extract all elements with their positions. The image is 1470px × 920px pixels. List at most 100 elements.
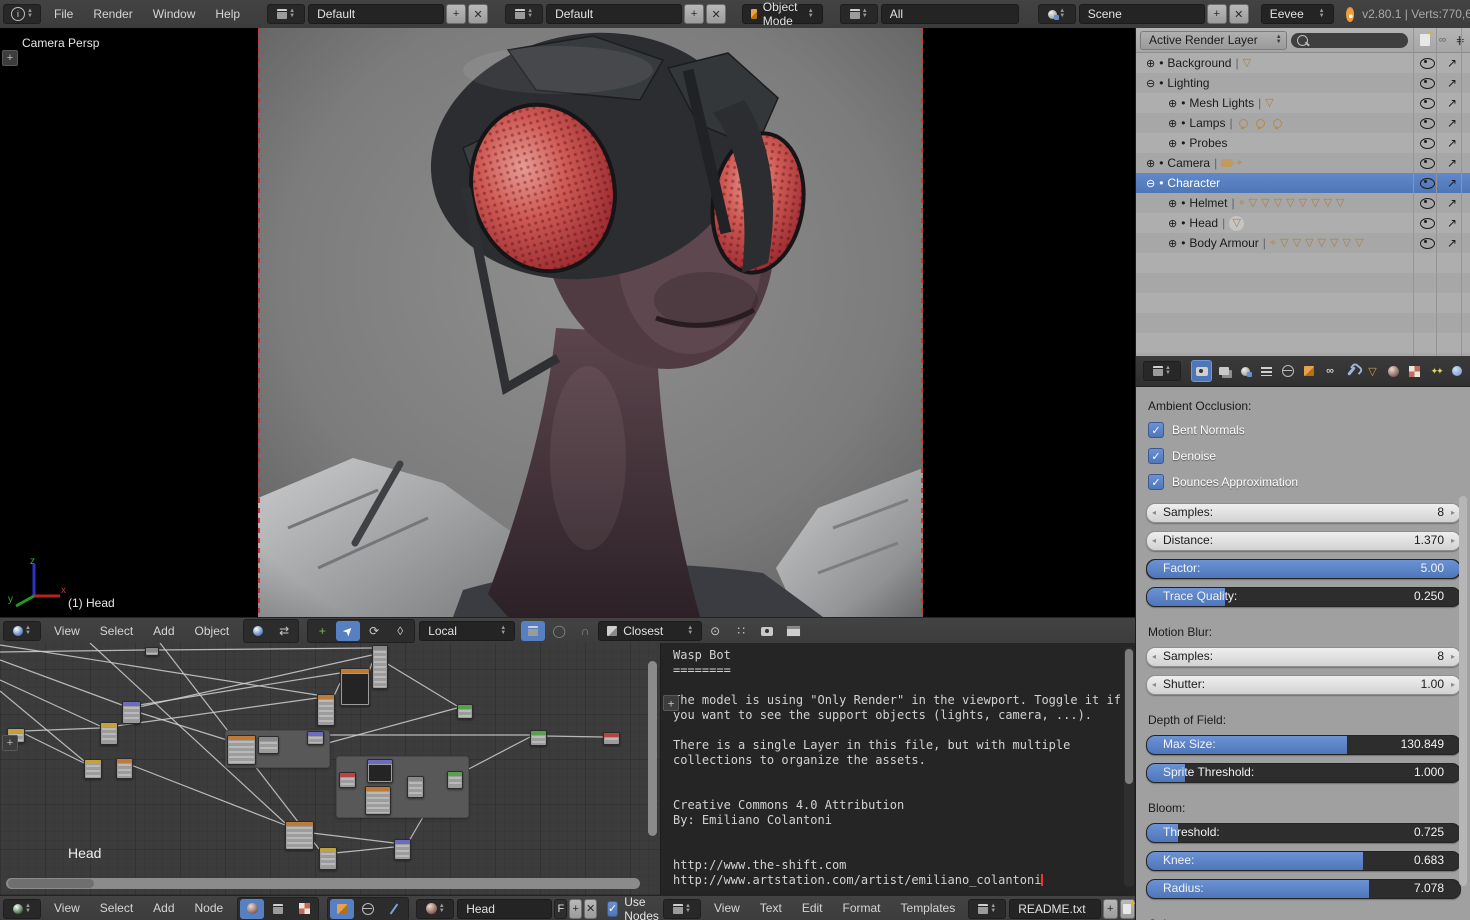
collection-name[interactable]: Camera [1167, 156, 1210, 170]
workspace1-icon-button[interactable]: ▲▼ [267, 4, 305, 24]
menu-render[interactable]: Render [83, 2, 142, 27]
visibility-eye-icon[interactable] [1420, 58, 1435, 69]
shader-node[interactable] [394, 839, 411, 860]
selectable-cursor-icon[interactable]: ↖ [1447, 116, 1457, 130]
visibility-eye-icon[interactable] [1420, 198, 1435, 209]
text-menu-edit[interactable]: Edit [792, 896, 833, 920]
outliner-row-body-armour[interactable]: ⊕•Body Armour|⌖▽▽▽▽▽▽▽↖ [1136, 233, 1470, 253]
text-menu-format[interactable]: Format [833, 896, 891, 920]
viewport-toolbar-expand-button[interactable]: + [2, 50, 18, 66]
expand-toggle[interactable]: ⊖ [1146, 77, 1155, 90]
mode-dropdown[interactable]: Object Mode ▲▼ [742, 4, 823, 24]
overlay-toggle-button[interactable] [521, 621, 545, 641]
tab-texture[interactable] [1405, 361, 1424, 381]
collection-name[interactable]: Lamps [1189, 116, 1225, 130]
viewport-menu-select[interactable]: Select [90, 619, 143, 644]
shader-node[interactable] [227, 735, 256, 765]
transform-widget-button[interactable]: ⇄ [272, 621, 296, 641]
outliner-display-mode-dropdown[interactable]: Active Render Layer ▲▼ [1140, 31, 1287, 50]
visibility-eye-icon[interactable] [1420, 238, 1435, 249]
shader-node[interactable] [319, 847, 337, 870]
shader-node[interactable] [122, 701, 141, 724]
outliner-row-probes[interactable]: ⊕•Probes↖ [1136, 133, 1470, 153]
slider-factor[interactable]: Factor:5.00 [1146, 559, 1461, 579]
context-linestyle-button[interactable] [382, 899, 406, 919]
new-collection-button[interactable] [1418, 33, 1432, 47]
render-engine-dropdown[interactable]: Eevee ▲▼ [1261, 4, 1334, 24]
outliner-row-helmet[interactable]: ⊕•Helmet|⌖▽▽▽▽▽▽▽▽↖ [1136, 193, 1470, 213]
shader-node[interactable] [100, 722, 118, 745]
visibility-eye-icon[interactable] [1420, 158, 1435, 169]
slider-shutter[interactable]: ◂▸Shutter:1.00 [1146, 675, 1461, 695]
node-editor-type-button[interactable]: ▲▼ [3, 899, 41, 919]
visibility-eye-icon[interactable] [1420, 118, 1435, 129]
scene-field[interactable]: Scene [1079, 4, 1205, 24]
tab-data[interactable]: ▽ [1363, 361, 1382, 381]
node-editor-vscrollbar[interactable] [648, 661, 657, 836]
shader-node[interactable] [340, 668, 370, 706]
outliner-row-head[interactable]: ⊕•Head|▽↖ [1136, 213, 1470, 233]
shader-node[interactable] [116, 758, 133, 779]
collection-name[interactable]: Mesh Lights [1189, 96, 1254, 110]
outliner-search-input[interactable] [1291, 33, 1408, 48]
slider-maxsize[interactable]: Max Size:130.849 [1146, 735, 1461, 755]
slider-right-arrow[interactable]: ▸ [1451, 504, 1455, 521]
selectable-cursor-icon[interactable]: ↖ [1447, 176, 1457, 190]
viewport-menu-object[interactable]: Object [185, 619, 240, 644]
shader-node[interactable] [372, 645, 388, 689]
text-editor-scrollbar[interactable] [1124, 647, 1134, 887]
shader-node[interactable] [285, 821, 314, 850]
slider-left-arrow[interactable]: ◂ [1152, 504, 1156, 521]
collection-name[interactable]: Head [1189, 216, 1218, 230]
slider-samples[interactable]: ◂▸Samples:8 [1146, 503, 1461, 523]
shader-node[interactable] [603, 732, 620, 745]
selectable-cursor-icon[interactable]: ↖ [1447, 156, 1457, 170]
tab-object[interactable] [1299, 361, 1318, 381]
transform-orientation-dropdown[interactable]: Local ▲▼ [419, 621, 515, 641]
viewport-3d[interactable]: Camera Persp + z x y (1) Head [0, 28, 1135, 617]
text-editor-type-button[interactable]: ▲▼ [663, 899, 701, 919]
shader-node[interactable] [365, 786, 391, 815]
text-add-button[interactable]: + [1103, 899, 1118, 919]
text-editor-expand-button[interactable]: + [663, 695, 679, 711]
outliner-row-camera[interactable]: ⊕•Camera|⌖↖ [1136, 153, 1470, 173]
shader-type-object-button[interactable] [240, 899, 264, 919]
tab-physics[interactable] [1448, 361, 1467, 381]
collection-name[interactable]: Helmet [1189, 196, 1227, 210]
shader-type-texture-button[interactable] [292, 899, 316, 919]
text-editor[interactable]: Wasp Bot======== The model is using "Onl… [660, 643, 1136, 895]
selectable-cursor-icon[interactable]: ↖ [1447, 216, 1457, 230]
proportional-edit-button[interactable]: ◯ [547, 621, 571, 641]
outliner-row-lighting[interactable]: ⊖•Lighting↖ [1136, 73, 1470, 93]
tool-scale-button[interactable]: ◊ [388, 621, 412, 641]
layers-field[interactable]: All [881, 4, 1019, 24]
slider-left-arrow[interactable]: ◂ [1152, 532, 1156, 549]
selectable-cursor-icon[interactable]: ↖ [1447, 136, 1457, 150]
mode-ball-icon-button[interactable] [246, 621, 270, 641]
shader-node[interactable] [457, 704, 473, 719]
workspace2-add-button[interactable]: + [684, 4, 704, 24]
snap-magnet-button[interactable]: ∩ [573, 621, 597, 641]
node-menu-view[interactable]: View [44, 896, 90, 920]
menu-file[interactable]: File [44, 2, 83, 27]
context-world-button[interactable] [356, 899, 380, 919]
render-animation-button[interactable] [781, 621, 805, 641]
text-browse-button[interactable]: ▲▼ [968, 899, 1006, 919]
visibility-eye-icon[interactable] [1420, 218, 1435, 229]
expand-toggle[interactable]: ⊕ [1168, 97, 1177, 110]
tab-world[interactable] [1278, 361, 1297, 381]
paint-brush-button[interactable]: ⊙ [703, 621, 727, 641]
tab-particles[interactable]: ✦✦ [1427, 361, 1446, 381]
expand-toggle[interactable]: ⊖ [1146, 177, 1155, 190]
viewport-menu-add[interactable]: Add [143, 619, 184, 644]
selectable-cursor-icon[interactable]: ↖ [1447, 196, 1457, 210]
shader-node[interactable] [145, 647, 159, 656]
slider-tracequality[interactable]: Trace Quality:0.250 [1146, 587, 1461, 607]
link-button[interactable]: ∞ [1436, 33, 1450, 47]
tab-render[interactable] [1191, 360, 1212, 382]
context-object-button[interactable] [330, 899, 354, 919]
text-menu-templates[interactable]: Templates [891, 896, 966, 920]
outliner-row-mesh-lights[interactable]: ⊕•Mesh Lights|▽↖ [1136, 93, 1470, 113]
expand-toggle[interactable]: ⊕ [1146, 57, 1155, 70]
material-add-button[interactable]: + [569, 899, 582, 919]
